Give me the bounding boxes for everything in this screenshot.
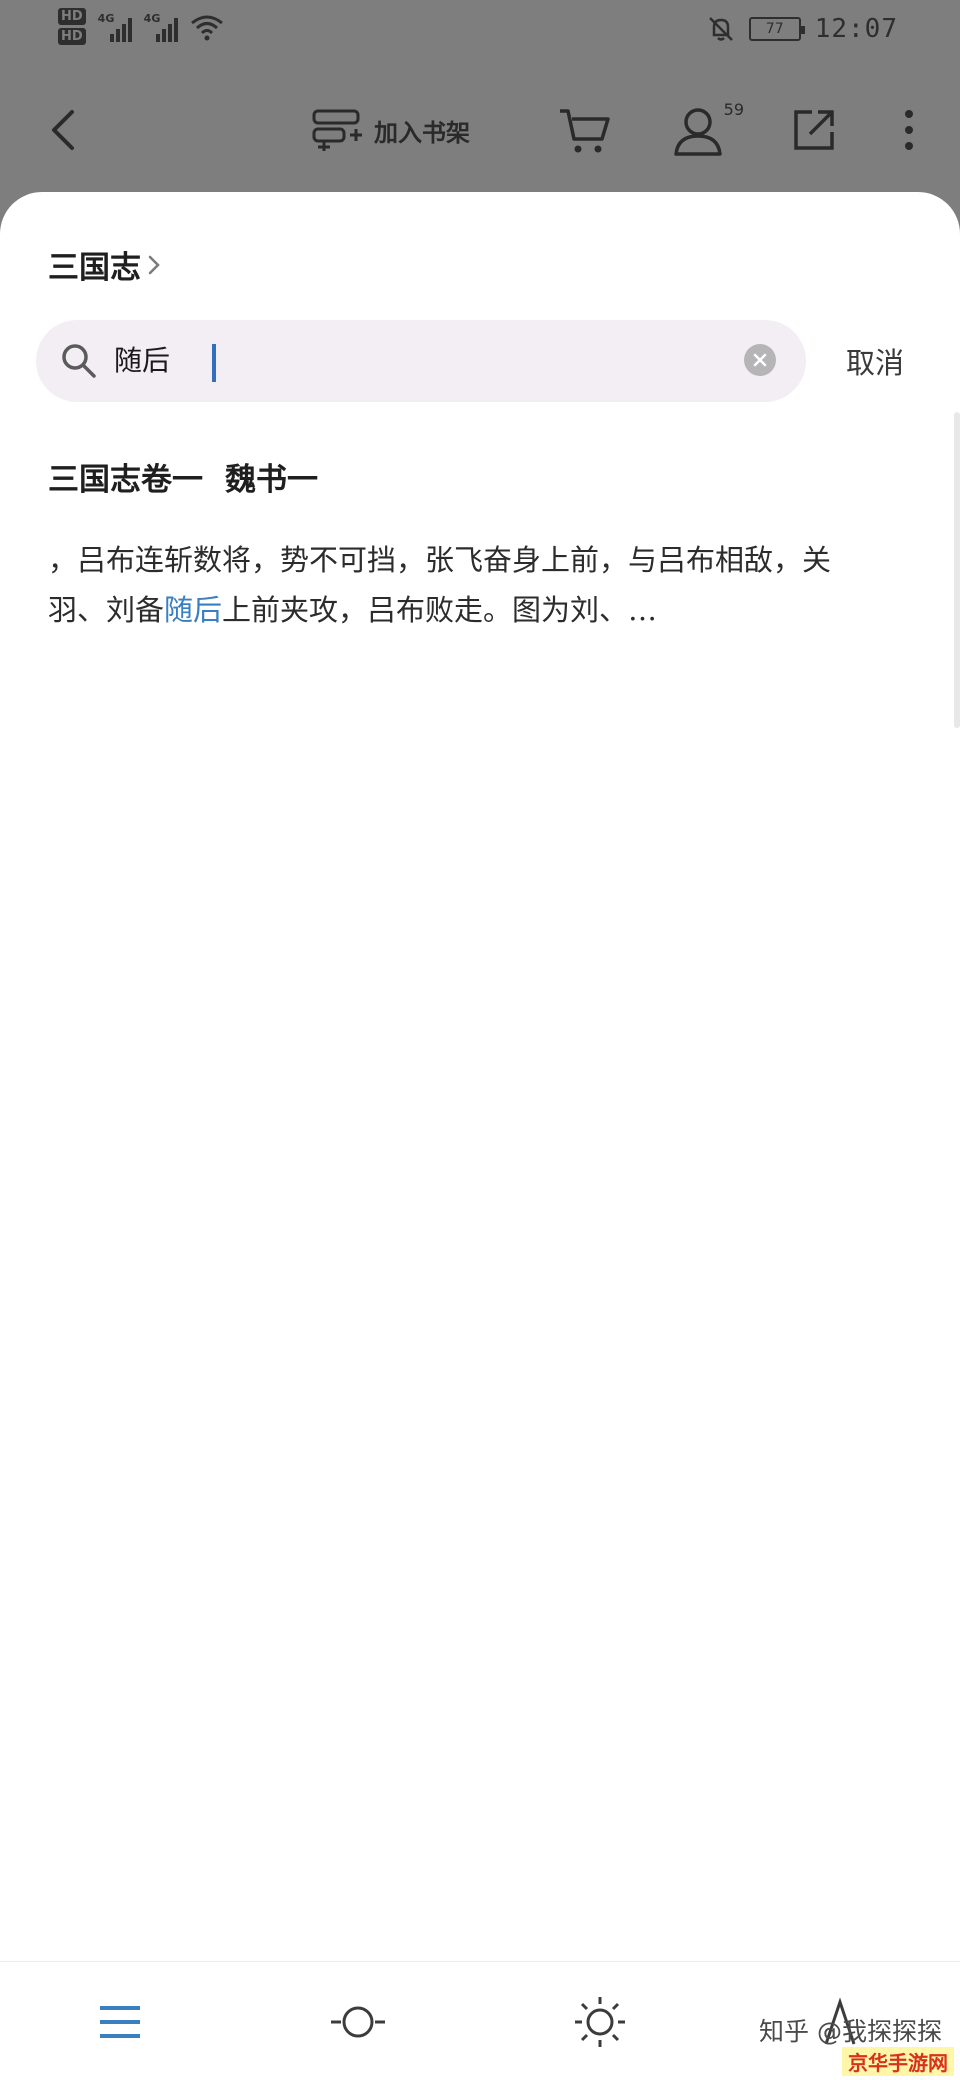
signal-icon-2: 4G <box>144 12 178 42</box>
mute-bell-icon <box>708 17 733 41</box>
user-icon <box>674 108 722 156</box>
back-button[interactable] <box>48 90 78 170</box>
top-bar: 加入书架 59 <box>0 90 960 170</box>
hd-indicators: HD HD <box>58 8 86 45</box>
battery-level: 77 <box>765 21 784 37</box>
cart-button[interactable] <box>558 90 612 170</box>
site-watermark: 京华手游网 <box>842 2047 954 2076</box>
chevron-right-icon <box>148 255 160 274</box>
result-title-part2: 魏书一 <box>225 462 318 498</box>
cancel-button[interactable]: 取消 <box>846 340 904 382</box>
search-box <box>36 320 806 402</box>
result-title-part1: 三国志卷一 <box>48 462 203 498</box>
share-icon <box>794 110 834 150</box>
search-input[interactable] <box>114 338 714 384</box>
add-shelf-icon <box>312 109 362 151</box>
search-icon <box>62 344 96 378</box>
clear-search-icon[interactable] <box>744 344 776 376</box>
share-button[interactable] <box>790 90 838 170</box>
menu-icon <box>100 2006 140 2038</box>
search-sheet: 三国志 取消 三国志卷一魏书一 ，吕布连斩数将，势不可挡，张飞奋身上前，与吕布相… <box>0 192 960 2080</box>
snippet-highlight: 随后 <box>164 593 223 627</box>
result-chapter-title: 三国志卷一 魏书一 <box>48 454 868 499</box>
status-bar: HD HD 4G 4G 77 12:07 <box>0 0 960 66</box>
user-badge: 59 <box>723 100 744 119</box>
progress-button[interactable] <box>328 1992 388 2052</box>
signal-icon: 4G <box>98 12 132 42</box>
search-result-item[interactable]: 三国志卷一 魏书一 ，吕布连斩数将，势不可挡，张飞奋身上前，与吕布相敌，关羽、刘备… <box>48 454 868 635</box>
hd-badge-1: HD <box>58 8 86 25</box>
book-title: 三国志 <box>48 250 141 286</box>
clock: 12:07 <box>814 14 898 44</box>
brightness-button[interactable] <box>570 1992 630 2052</box>
add-to-shelf-label: 加入书架 <box>374 117 470 147</box>
user-button[interactable]: 59 <box>672 90 744 170</box>
result-snippet: ，吕布连斩数将，势不可挡，张飞奋身上前，与吕布相敌，关羽、刘备随后上前夹攻，吕布… <box>48 535 868 635</box>
scrollbar[interactable] <box>954 412 960 728</box>
more-button[interactable] <box>902 90 916 170</box>
cart-icon <box>560 109 610 153</box>
book-title-link[interactable]: 三国志 <box>48 242 161 287</box>
snippet-after: 上前夹攻，吕布败走。图为刘、… <box>222 593 658 627</box>
more-icon <box>905 110 913 150</box>
battery-icon: 77 <box>748 17 805 41</box>
progress-icon <box>331 2006 385 2038</box>
watermark: 知乎 @我探探探 <box>759 2017 942 2046</box>
back-icon <box>52 110 74 150</box>
wifi-icon <box>190 15 223 40</box>
close-icon <box>753 353 767 367</box>
status-right: 77 12:07 <box>707 14 898 44</box>
add-to-shelf-button[interactable]: 加入书架 <box>310 90 470 170</box>
status-left: HD HD 4G 4G <box>58 8 224 45</box>
text-caret <box>212 344 216 382</box>
hd-badge-2: HD <box>58 28 86 45</box>
contents-button[interactable] <box>90 1992 150 2052</box>
brightness-icon <box>575 1997 625 2047</box>
